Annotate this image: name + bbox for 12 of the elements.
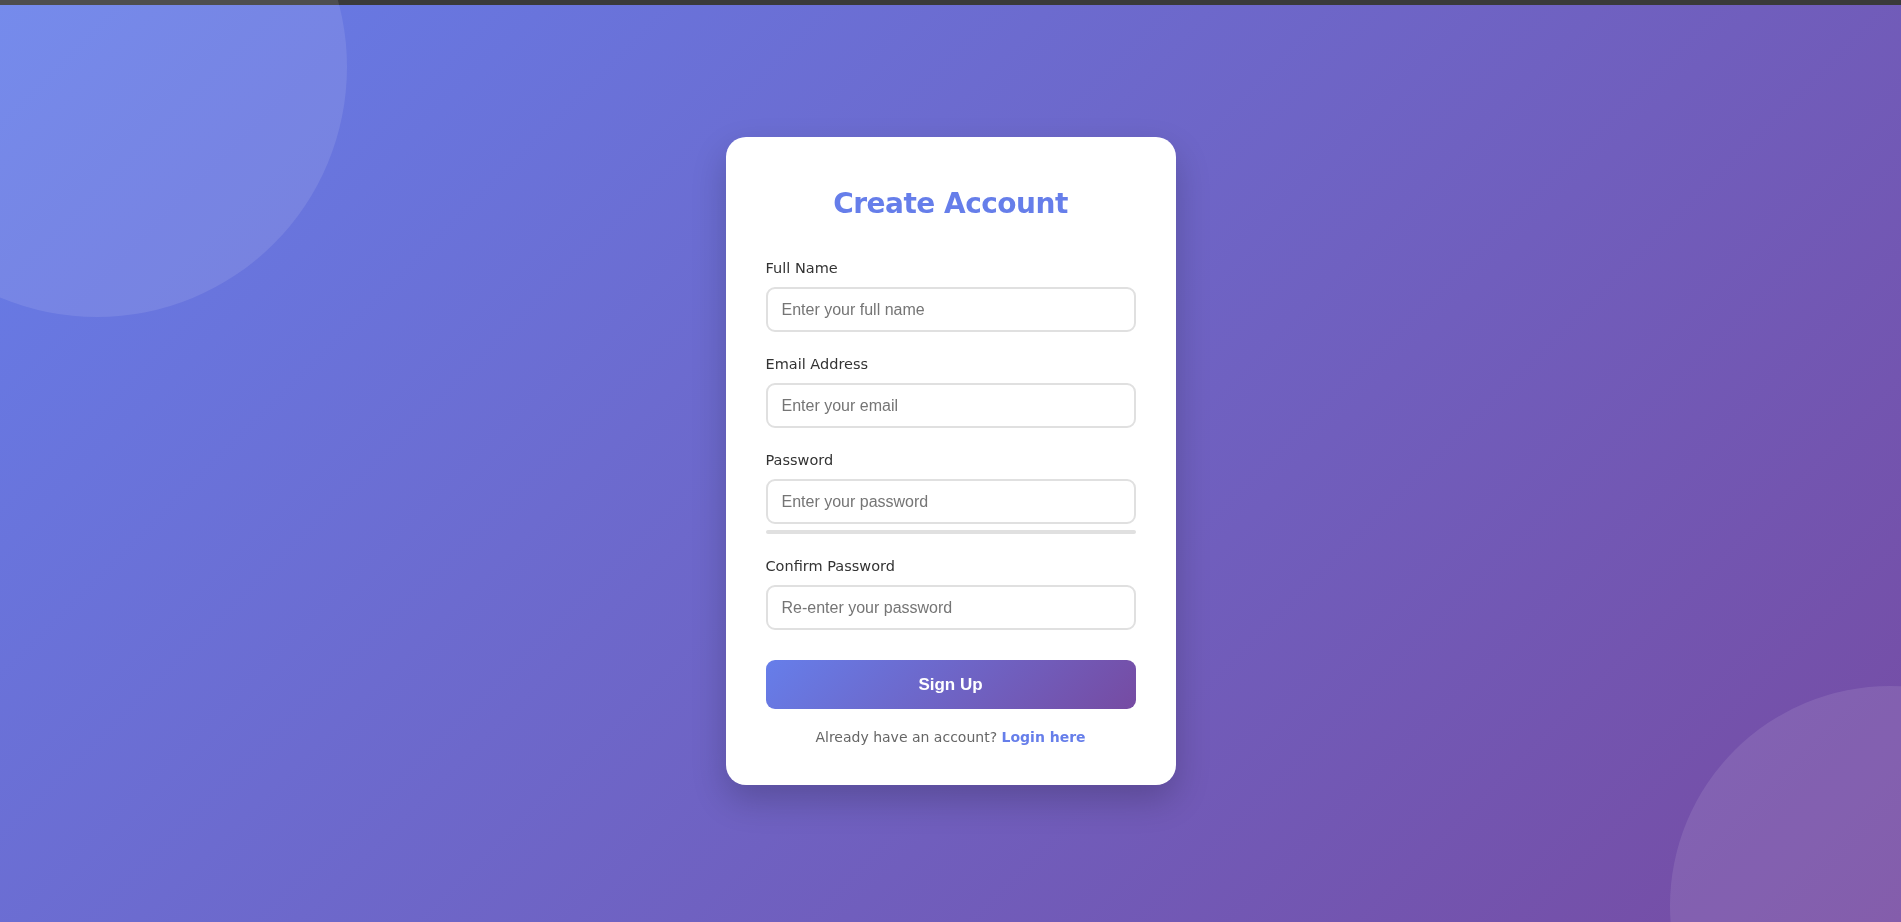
field-label: Password xyxy=(765,452,835,468)
input-field[interactable]: Enter your password xyxy=(765,479,1136,524)
input-field[interactable]: Enter your email xyxy=(765,383,1136,428)
input-field[interactable]: Enter your full name xyxy=(765,287,1136,332)
field-label: Email Address xyxy=(765,356,870,372)
field-label: Full Name xyxy=(765,260,839,276)
form-title: Create Account xyxy=(832,187,1069,220)
sign-up-button[interactable]: Sign Up xyxy=(765,660,1136,709)
input-field[interactable]: Re-enter your password xyxy=(765,585,1136,630)
footer-text: Already have an account? xyxy=(815,729,998,745)
field-label: Confirm Password xyxy=(765,558,896,574)
login-link[interactable]: Login here xyxy=(1001,729,1086,745)
